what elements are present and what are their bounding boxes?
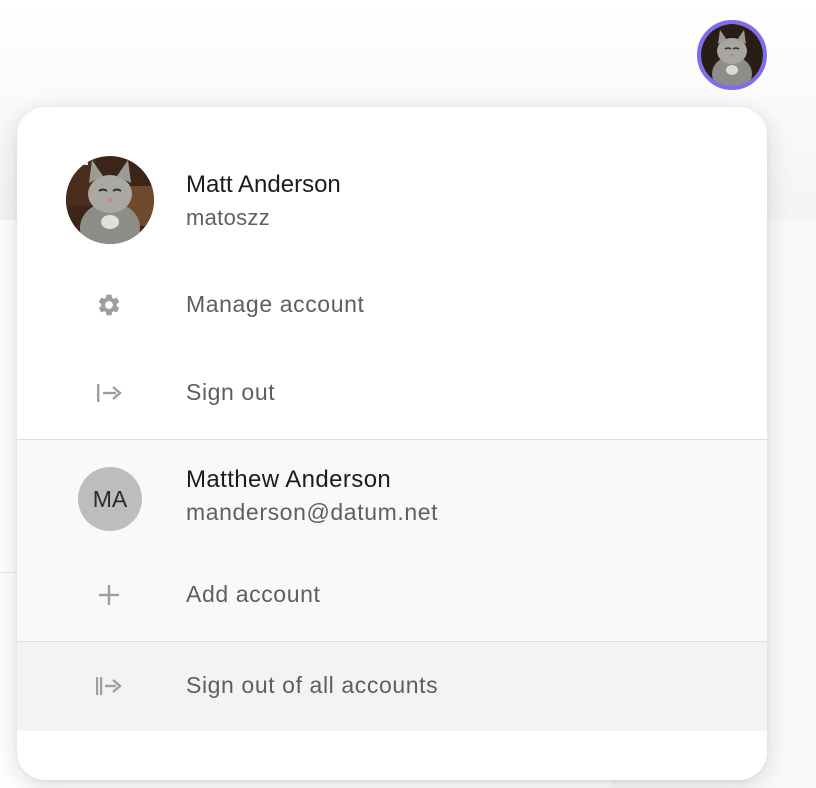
sign-out-all-item[interactable]: Sign out of all accounts [17,642,767,731]
manage-account-label: Manage account [186,291,365,317]
gear-icon [95,291,123,319]
account-name: Matt Anderson [186,171,341,198]
cat-photo-avatar [701,24,763,86]
cat-photo-avatar [66,156,154,244]
sign-out-all-icon [95,672,123,700]
plus-icon [95,581,123,609]
avatar [66,156,154,244]
sign-out-label: Sign out [186,379,276,405]
add-account-label: Add account [186,581,321,607]
account-menu-panel: Matt Anderson matoszz MA Matthew Anderso… [17,107,767,780]
add-account-item[interactable]: Add account [17,555,767,637]
secondary-account-item[interactable] [17,440,767,540]
panel-footer [17,731,767,780]
sign-out-item[interactable]: Sign out [17,353,767,435]
sign-out-all-label: Sign out of all accounts [186,672,439,698]
sign-out-icon [95,379,123,407]
manage-account-item[interactable]: Manage account [17,265,767,347]
account-username: matoszz [186,205,271,230]
account-avatar-button[interactable] [697,20,767,90]
